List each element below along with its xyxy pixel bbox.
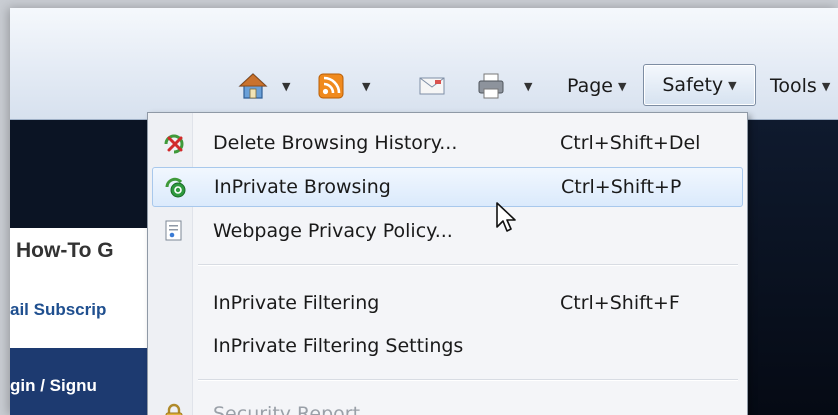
menu-item-label: InPrivate Filtering [213,292,380,314]
email-subscription-link[interactable]: ail Subscrip [10,300,106,320]
tools-menu-button[interactable]: Tools ▼ [770,68,830,104]
print-dropdown-arrow[interactable]: ▼ [524,80,532,93]
menu-item-shortcut: Ctrl+Shift+Del [560,132,701,154]
menu-item-security-report[interactable]: Security Report [152,395,741,415]
webpage-content-right [745,120,838,415]
menu-item-label: Webpage Privacy Policy... [213,220,453,242]
privacy-policy-icon [165,220,182,241]
mail-icon [419,77,445,95]
safety-menu-label: Safety [662,74,724,96]
home-dropdown-arrow[interactable]: ▼ [282,80,290,93]
tools-dropdown-arrow: ▼ [821,79,831,93]
safety-dropdown-arrow: ▼ [728,78,737,92]
mouse-cursor-icon [496,202,516,232]
menu-separator [198,379,738,381]
lock-icon [165,403,183,415]
safety-dropdown-menu: Delete Browsing History... Ctrl+Shift+De… [147,112,748,415]
menu-item-label: Security Report [213,403,361,415]
home-icon [238,73,268,99]
menu-item-inprivate-filtering[interactable]: InPrivate Filtering Ctrl+Shift+F [152,284,741,322]
feeds-button[interactable]: ▼ [318,68,370,104]
menu-item-inprivate-filtering-settings[interactable]: InPrivate Filtering Settings [152,327,741,365]
home-button[interactable]: ▼ [238,68,290,104]
rss-feed-icon [318,73,344,99]
menu-item-label: InPrivate Browsing [214,176,391,198]
page-menu-label: Page [567,75,613,97]
safety-menu-button[interactable]: Safety ▼ [643,64,756,106]
print-button[interactable]: ▼ [476,68,532,104]
menu-item-shortcut: Ctrl+Shift+P [561,176,682,198]
tools-menu-label: Tools [770,75,817,97]
menu-item-delete-browsing-history[interactable]: Delete Browsing History... Ctrl+Shift+De… [152,124,741,162]
webpage-header-band [10,120,148,228]
menu-separator [198,264,738,266]
feeds-dropdown-arrow[interactable]: ▼ [362,80,370,93]
inprivate-icon [165,177,186,198]
page-menu-button[interactable]: Page ▼ [567,68,626,104]
webpage-heading: How-To G [16,239,114,262]
delete-history-icon [164,134,184,154]
webpage-content-left: How-To G ail Subscrip gin / Signu [10,120,148,415]
printer-icon [478,73,504,99]
command-bar: ▼ ▼ ▼ Page ▼ Safety ▼ Tools ▼ [10,8,838,120]
browser-window: ▼ ▼ ▼ Page ▼ Safety ▼ Tools ▼ How-To G a… [10,8,838,415]
menu-item-webpage-privacy-policy[interactable]: Webpage Privacy Policy... [152,212,741,250]
menu-item-shortcut: Ctrl+Shift+F [560,292,680,314]
menu-item-inprivate-browsing[interactable]: InPrivate Browsing Ctrl+Shift+P [152,167,743,207]
menu-item-label: Delete Browsing History... [213,132,458,154]
page-dropdown-arrow: ▼ [618,79,627,93]
menu-item-label: InPrivate Filtering Settings [213,335,464,357]
login-signup-link[interactable]: gin / Signu [10,376,97,396]
mail-button[interactable] [418,68,446,104]
